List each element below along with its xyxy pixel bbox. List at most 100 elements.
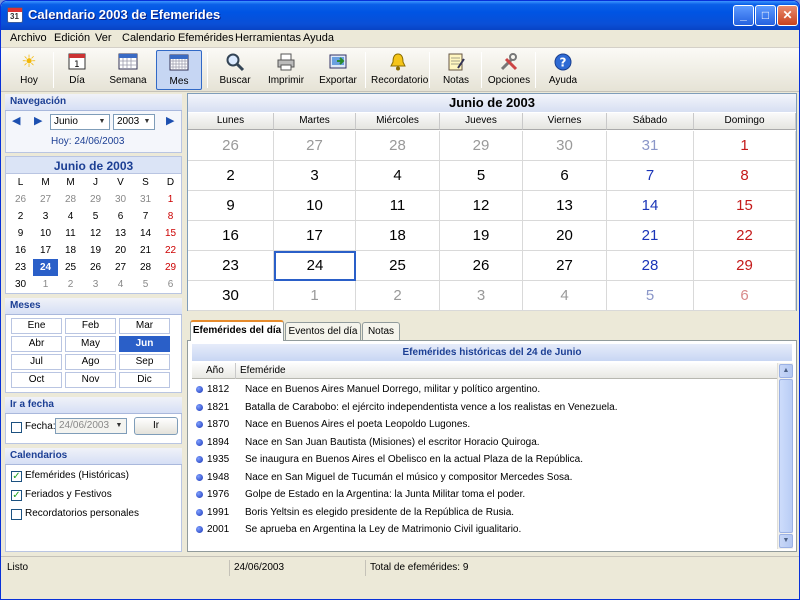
- menu-calendario[interactable]: Calendario: [122, 32, 175, 44]
- prev-month-arrow-icon[interactable]: ◀: [12, 114, 20, 127]
- mini-day[interactable]: 28: [58, 191, 83, 208]
- mini-day[interactable]: 8: [158, 208, 183, 225]
- mini-day[interactable]: 6: [108, 208, 133, 225]
- mini-day[interactable]: 20: [108, 242, 133, 259]
- menu-ver[interactable]: Ver: [95, 32, 112, 44]
- list-item[interactable]: 1894 Nace en San Juan Bautista (Misiones)…: [192, 434, 778, 451]
- day-cell[interactable]: 7: [607, 161, 694, 191]
- menu-ayuda[interactable]: Ayuda: [303, 32, 334, 44]
- day-cell[interactable]: 13: [523, 191, 607, 221]
- mini-day[interactable]: 25: [58, 259, 83, 276]
- day-cell[interactable]: 31: [607, 131, 694, 161]
- mini-day[interactable]: 27: [33, 191, 58, 208]
- mini-day[interactable]: 30: [108, 191, 133, 208]
- mini-day[interactable]: 19: [83, 242, 108, 259]
- goto-date-field[interactable]: 24/06/2003 ▼: [55, 418, 127, 434]
- next-month-arrow-icon[interactable]: ▶: [34, 114, 42, 127]
- day-cell[interactable]: 15: [694, 191, 796, 221]
- mini-day[interactable]: 11: [58, 225, 83, 242]
- month-button[interactable]: Ago: [65, 354, 116, 370]
- day-cell[interactable]: 20: [523, 221, 607, 251]
- buscar-button[interactable]: Buscar: [213, 50, 257, 90]
- day-cell[interactable]: 5: [440, 161, 523, 191]
- scroll-up-icon[interactable]: ▲: [779, 364, 793, 378]
- day-cell[interactable]: 18: [356, 221, 440, 251]
- list-item[interactable]: 1812 Nace en Buenos Aires Manuel Dorrego,…: [192, 381, 778, 398]
- mini-day[interactable]: 2: [58, 276, 83, 293]
- month-button[interactable]: Jun: [119, 336, 170, 352]
- year-select[interactable]: 2003 ▼: [113, 114, 155, 130]
- day-cell[interactable]: 26: [188, 131, 274, 161]
- day-cell[interactable]: 25: [356, 251, 440, 281]
- list-item[interactable]: 1976 Golpe de Estado en la Argentina: la …: [192, 486, 778, 503]
- tab-eventos[interactable]: Eventos del día: [285, 322, 361, 340]
- month-button[interactable]: Feb: [65, 318, 116, 334]
- scroll-thumb[interactable]: [779, 379, 793, 533]
- month-button[interactable]: Oct: [11, 372, 62, 388]
- mini-day[interactable]: 22: [158, 242, 183, 259]
- month-button[interactable]: Abr: [11, 336, 62, 352]
- day-cell[interactable]: 17: [274, 221, 356, 251]
- mini-day[interactable]: 30: [8, 276, 33, 293]
- mini-day[interactable]: 14: [133, 225, 158, 242]
- day-cell[interactable]: 11: [356, 191, 440, 221]
- month-button[interactable]: Sep: [119, 354, 170, 370]
- mini-day[interactable]: 17: [33, 242, 58, 259]
- mini-day[interactable]: 29: [83, 191, 108, 208]
- list-item[interactable]: 1991 Boris Yeltsin es elegido presidente …: [192, 504, 778, 521]
- day-cell[interactable]: 30: [188, 281, 274, 311]
- mini-day[interactable]: 9: [8, 225, 33, 242]
- mini-day[interactable]: 28: [133, 259, 158, 276]
- day-cell[interactable]: 8: [694, 161, 796, 191]
- col-text-header[interactable]: Efeméride: [236, 363, 778, 379]
- day-cell[interactable]: 21: [607, 221, 694, 251]
- month-button[interactable]: Mar: [119, 318, 170, 334]
- mini-day[interactable]: 21: [133, 242, 158, 259]
- mini-day[interactable]: 18: [58, 242, 83, 259]
- day-cell[interactable]: 27: [274, 131, 356, 161]
- mini-day[interactable]: 23: [8, 259, 33, 276]
- mini-day[interactable]: 3: [83, 276, 108, 293]
- close-button[interactable]: ✕: [777, 5, 798, 26]
- recordatorio-button[interactable]: Recordatorio: [371, 50, 428, 90]
- day-cell[interactable]: 30: [523, 131, 607, 161]
- menu-archivo[interactable]: Archivo: [10, 32, 47, 44]
- mini-day[interactable]: 10: [33, 225, 58, 242]
- mini-day[interactable]: 24: [33, 259, 58, 276]
- opciones-button[interactable]: Opciones: [487, 50, 531, 90]
- day-cell[interactable]: 27: [523, 251, 607, 281]
- day-cell[interactable]: 3: [274, 161, 356, 191]
- mini-day[interactable]: 5: [83, 208, 108, 225]
- notas-button[interactable]: Notas: [435, 50, 477, 90]
- day-cell[interactable]: 28: [607, 251, 694, 281]
- mini-day[interactable]: 26: [83, 259, 108, 276]
- month-button[interactable]: Nov: [65, 372, 116, 388]
- today-link[interactable]: Hoy: 24/06/2003: [51, 136, 124, 147]
- menu-efemerides[interactable]: Efemérides: [178, 32, 234, 44]
- day-cell[interactable]: 4: [523, 281, 607, 311]
- menu-herramientas[interactable]: Herramientas: [235, 32, 301, 44]
- goto-button[interactable]: Ir: [134, 417, 178, 435]
- list-item[interactable]: 1935 Se inaugura en Buenos Aires el Obeli…: [192, 451, 778, 468]
- minimize-button[interactable]: _: [733, 5, 754, 26]
- calendar-efemerides-checkbox[interactable]: ✓: [11, 471, 22, 482]
- mini-day[interactable]: 15: [158, 225, 183, 242]
- mini-day[interactable]: 7: [133, 208, 158, 225]
- day-cell[interactable]: 19: [440, 221, 523, 251]
- day-cell[interactable]: 29: [694, 251, 796, 281]
- day-cell[interactable]: 1: [694, 131, 796, 161]
- list-item[interactable]: 2001 Se aprueba en Argentina la Ley de Ma…: [192, 521, 778, 538]
- mini-day[interactable]: 5: [133, 276, 158, 293]
- day-cell[interactable]: 9: [188, 191, 274, 221]
- mini-day[interactable]: 4: [58, 208, 83, 225]
- day-cell[interactable]: 5: [607, 281, 694, 311]
- day-cell[interactable]: 6: [523, 161, 607, 191]
- dia-button[interactable]: 1 Día: [57, 50, 97, 90]
- day-cell[interactable]: 28: [356, 131, 440, 161]
- title-bar[interactable]: 31 Calendario 2003 de Efemerides _ □ ✕: [1, 1, 799, 30]
- col-year-header[interactable]: Año: [192, 363, 236, 379]
- mini-day[interactable]: 4: [108, 276, 133, 293]
- mini-day[interactable]: 3: [33, 208, 58, 225]
- scroll-down-icon[interactable]: ▼: [779, 534, 793, 548]
- mini-day[interactable]: 6: [158, 276, 183, 293]
